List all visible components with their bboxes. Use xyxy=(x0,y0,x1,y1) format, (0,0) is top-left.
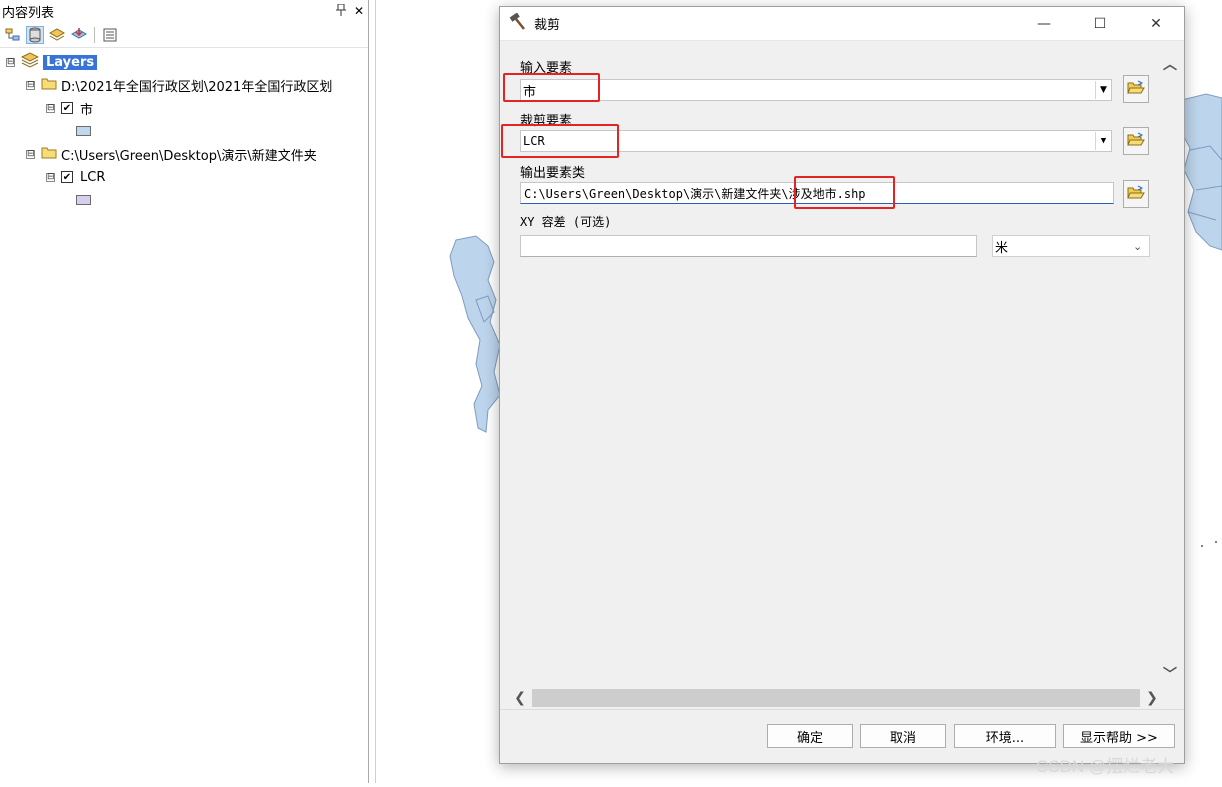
dropdown-arrow-icon[interactable]: ▼ xyxy=(1095,81,1111,99)
toc-title: 内容列表 xyxy=(2,5,55,21)
layer-tree: ⊟ Layers ⊟ D:\2021年全国行政区划\2021年全国行政区划 ⊟ … xyxy=(0,48,368,205)
cancel-button[interactable]: 取消 xyxy=(860,724,946,748)
scroll-left-icon[interactable]: ❮ xyxy=(512,690,528,706)
open-folder-icon xyxy=(1127,185,1145,204)
collapse-icon[interactable]: ⊟ xyxy=(46,172,55,182)
dropdown-arrow-icon[interactable]: ▼ xyxy=(1095,132,1111,150)
chevron-down-icon[interactable]: ⌄ xyxy=(1133,240,1149,253)
open-folder-icon xyxy=(1127,132,1145,151)
list-by-source-icon[interactable] xyxy=(26,25,44,44)
scroll-thumb[interactable] xyxy=(532,689,1140,707)
environments-button[interactable]: 环境... xyxy=(954,724,1056,748)
watermark: CSDN @摆烂老大 xyxy=(1036,757,1175,776)
dialog-title: 裁剪 xyxy=(534,18,561,33)
toc-close-button[interactable]: ✕ xyxy=(350,4,368,18)
layer-symbol-shi[interactable] xyxy=(76,121,91,141)
show-help-button[interactable]: 显示帮助 >> xyxy=(1063,724,1175,748)
clip-features-combo[interactable]: LCR ▼ xyxy=(520,130,1112,152)
xy-unit-value: 米 xyxy=(995,240,1009,256)
collapse-icon[interactable]: ⊟ xyxy=(26,80,35,90)
options-icon[interactable] xyxy=(101,26,119,44)
input-features-combo[interactable]: 市 ▼ xyxy=(520,79,1112,101)
output-feature-class-input[interactable]: C:\Users\Green\Desktop\演示\新建文件夹\涉及地市.shp xyxy=(520,182,1114,204)
xy-tolerance-label: XY 容差 (可选) xyxy=(520,215,612,229)
xy-tolerance-input[interactable] xyxy=(520,235,977,257)
source-group-1[interactable]: ⊟ D:\2021年全国行政区划\2021年全国行政区划 xyxy=(26,75,332,95)
minimize-button[interactable]: — xyxy=(1016,7,1072,41)
output-label: 输出要素类 xyxy=(520,166,586,181)
hammer-icon xyxy=(508,11,526,35)
collapse-icon[interactable]: ⊟ xyxy=(46,103,55,113)
list-by-selection-icon[interactable] xyxy=(70,26,88,44)
dialog-body: 输入要素 市 ▼ 裁剪要素 LCR ▼ 输出要素类 C:\Users\Green… xyxy=(500,42,1184,708)
browse-clip-button[interactable] xyxy=(1123,127,1149,155)
scroll-right-icon[interactable]: ❯ xyxy=(1144,690,1160,706)
layer-visibility-checkbox[interactable]: ✔ xyxy=(61,171,73,183)
toc-toolbar xyxy=(0,22,368,48)
folder-icon xyxy=(41,77,57,94)
layer-visibility-checkbox[interactable]: ✔ xyxy=(61,102,73,114)
scroll-down-icon[interactable]: ﹀ xyxy=(1162,664,1178,684)
source-group-2[interactable]: ⊟ C:\Users\Green\Desktop\演示\新建文件夹 xyxy=(26,144,317,164)
browse-input-button[interactable] xyxy=(1123,75,1149,103)
scroll-up-icon[interactable]: ︿ xyxy=(1162,54,1178,74)
toolbar-separator xyxy=(94,26,95,43)
source-path: C:\Users\Green\Desktop\演示\新建文件夹 xyxy=(61,148,317,164)
table-of-contents: 内容列表 ✕ ⊟ Layers ⊟ D:\2021年全国行政区划\2021年全国… xyxy=(0,0,369,783)
layers-root[interactable]: ⊟ Layers xyxy=(6,52,98,72)
layers-icon xyxy=(20,52,40,72)
layer-item-shi[interactable]: ⊟ ✔ 市 xyxy=(46,98,93,118)
list-by-visibility-icon[interactable] xyxy=(48,26,66,44)
clip-features-label: 裁剪要素 xyxy=(520,114,573,129)
browse-output-button[interactable] xyxy=(1123,180,1149,208)
symbol-swatch[interactable] xyxy=(76,126,91,136)
vertical-scrollbar[interactable]: ︿ ﹀ xyxy=(1160,54,1182,684)
ok-button[interactable]: 确定 xyxy=(767,724,853,748)
input-features-value: 市 xyxy=(523,84,537,100)
list-by-drawing-order-icon[interactable] xyxy=(4,26,22,44)
toc-titlebar: 内容列表 ✕ xyxy=(0,0,368,22)
layer-name[interactable]: 市 xyxy=(80,99,93,118)
layer-symbol-lcr[interactable] xyxy=(76,190,91,210)
collapse-icon[interactable]: ⊟ xyxy=(26,149,35,159)
input-features-label: 输入要素 xyxy=(520,61,573,76)
layer-name[interactable]: LCR xyxy=(80,170,105,185)
pin-icon[interactable] xyxy=(332,3,350,19)
folder-icon xyxy=(41,146,57,163)
layers-label[interactable]: Layers xyxy=(43,54,98,70)
xy-unit-select[interactable]: 米 ⌄ xyxy=(992,235,1150,257)
layer-item-lcr[interactable]: ⊟ ✔ LCR xyxy=(46,167,105,187)
source-path: D:\2021年全国行政区划\2021年全国行政区划 xyxy=(61,79,333,95)
close-button[interactable]: ✕ xyxy=(1128,7,1184,41)
open-folder-icon xyxy=(1127,80,1145,99)
maximize-button[interactable]: ☐ xyxy=(1072,7,1128,41)
symbol-swatch[interactable] xyxy=(76,195,91,205)
dialog-titlebar[interactable]: 裁剪 — ☐ ✕ xyxy=(500,7,1184,41)
clip-dialog: 裁剪 — ☐ ✕ 输入要素 市 ▼ 裁剪要素 LCR ▼ 输出要素类 C:\Us… xyxy=(499,6,1185,764)
collapse-icon[interactable]: ⊟ xyxy=(6,57,15,67)
output-path-value: C:\Users\Green\Desktop\演示\新建文件夹\涉及地市.shp xyxy=(524,186,866,201)
clip-features-value: LCR xyxy=(523,134,545,148)
horizontal-scrollbar[interactable]: ❮ ❯ xyxy=(512,688,1160,708)
